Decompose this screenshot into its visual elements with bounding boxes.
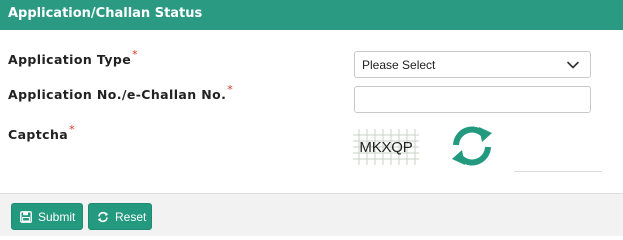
required-mark: * xyxy=(69,123,75,136)
application-no-label: Application No./e-Challan No.* xyxy=(8,83,234,102)
save-icon xyxy=(20,210,32,223)
reset-label: Reset xyxy=(115,209,147,224)
required-mark: * xyxy=(132,48,139,61)
chevron-down-icon xyxy=(567,61,579,69)
required-mark: * xyxy=(227,83,234,96)
submit-label: Submit xyxy=(38,209,76,224)
panel-header: Application/Challan Status xyxy=(0,0,623,30)
application-type-select[interactable]: Please Select xyxy=(354,51,591,78)
captcha-label: Captcha* xyxy=(8,123,75,142)
application-type-label: Application Type* xyxy=(8,48,139,67)
refresh-icon[interactable] xyxy=(446,123,498,169)
captcha-input[interactable] xyxy=(514,171,602,172)
application-type-selected: Please Select xyxy=(362,58,436,72)
captcha-text: MKXQP xyxy=(359,139,413,156)
submit-button[interactable]: Submit xyxy=(11,203,83,230)
application-no-input[interactable] xyxy=(354,86,591,113)
reset-icon xyxy=(97,211,109,222)
panel-title: Application/Challan Status xyxy=(8,6,203,21)
captcha-image: MKXQP xyxy=(353,129,419,165)
reset-button[interactable]: Reset xyxy=(88,203,152,230)
